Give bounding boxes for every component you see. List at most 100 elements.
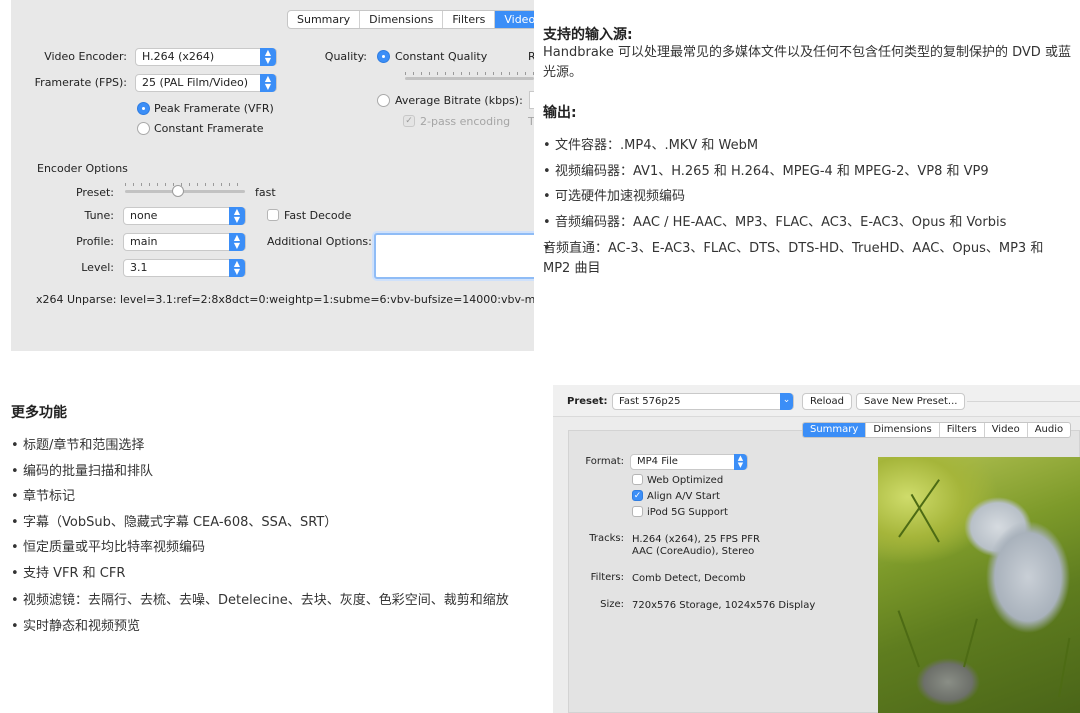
input-section-title: 支持的输入源: — [543, 27, 633, 43]
align-av-label: Align A/V Start — [647, 491, 720, 502]
constant-framerate-label: Constant Framerate — [154, 122, 264, 135]
list-item: 恒定质量或平均比特率视频编码 — [11, 539, 541, 557]
encoder-options-heading: Encoder Options — [37, 162, 128, 175]
tab-summary[interactable]: Summary — [288, 11, 361, 28]
list-item: 编码的批量扫描和排队 — [11, 463, 541, 481]
reload-button[interactable]: Reload — [802, 393, 853, 410]
list-item: 文件容器：.MP4、.MKV 和 WebM — [543, 137, 1073, 155]
level-label: Level: — [81, 261, 114, 274]
list-item: 音频编码器：AAC / HE-AAC、MP3、FLAC、AC3、E-AC3、Op… — [543, 214, 1073, 232]
list-item: 视频滤镜：去隔行、去梳、去噪、Detelecine、去块、灰度、色彩空间、裁剪和… — [11, 591, 541, 611]
tab-video[interactable]: Video — [495, 11, 534, 28]
tab-video[interactable]: Video — [985, 423, 1028, 437]
video-encoder-popup[interactable]: H.264 (x264) ▲ ▼ — [135, 48, 277, 66]
format-value: MP4 File — [637, 456, 678, 467]
preset-label: Preset: — [567, 396, 608, 407]
framerate-popup[interactable]: 25 (PAL Film/Video) ▲ ▼ — [135, 74, 277, 92]
tab-dimensions[interactable]: Dimensions — [360, 11, 444, 28]
constant-framerate-radio[interactable] — [137, 122, 150, 135]
list-item: 章节标记 — [11, 488, 541, 506]
chevron-updown-icon: ▲ ▼ — [229, 207, 245, 225]
list-item: 音频直通：AC-3、E-AC3、FLAC、DTS、DTS-HD、TrueHD、A… — [543, 239, 1073, 279]
tracks-label: Tracks: — [589, 533, 624, 544]
chevron-updown-icon: ▲ ▼ — [229, 259, 245, 277]
output-section-title: 输出: — [543, 105, 577, 121]
tab-audio[interactable]: Audio — [1028, 423, 1070, 437]
average-bitrate-radio[interactable] — [377, 94, 390, 107]
output-list: 文件容器：.MP4、.MKV 和 WebM 视频编码器：AV1、H.265 和 … — [543, 137, 1073, 287]
summary-panel: Preset: Fast 576p25 ⌄ Reload Save New Pr… — [553, 385, 1080, 713]
chevron-updown-icon: ▲ ▼ — [734, 454, 747, 470]
framerate-value: 25 (PAL Film/Video) — [142, 76, 249, 89]
chevron-updown-icon: ▲ ▼ — [229, 233, 245, 251]
fast-decode-label: Fast Decode — [284, 209, 352, 222]
save-new-preset-button[interactable]: Save New Preset... — [856, 393, 966, 410]
x264-unparse-text: x264 Unparse: level=3.1:ref=2:8x8dct=0:w… — [36, 293, 534, 306]
two-pass-checkbox[interactable]: ✓ — [403, 115, 415, 127]
level-value: 3.1 — [130, 261, 148, 274]
size-value: 720x576 Storage, 1024x576 Display — [632, 600, 816, 611]
average-bitrate-label: Average Bitrate (kbps): — [395, 94, 523, 107]
tune-popup[interactable]: none ▲ ▼ — [123, 207, 246, 225]
fast-decode-checkbox[interactable] — [267, 209, 279, 221]
tab-filters[interactable]: Filters — [443, 11, 496, 28]
format-popup[interactable]: MP4 File ▲ ▼ — [630, 454, 748, 470]
video-preview-image — [878, 457, 1080, 713]
align-av-checkbox[interactable]: ✓ — [632, 490, 643, 501]
quality-slider-ticks — [405, 72, 534, 75]
list-item: 标题/章节和范围选择 — [11, 437, 541, 455]
peak-framerate-radio[interactable] — [137, 102, 150, 115]
preset-toolbar: Preset: Fast 576p25 ⌄ Reload Save New Pr… — [553, 385, 1080, 417]
video-settings-panel: Summary Dimensions Filters Video Video E… — [11, 0, 534, 351]
profile-popup[interactable]: main ▲ ▼ — [123, 233, 246, 251]
framerate-label: Framerate (FPS): — [34, 76, 127, 89]
video-encoder-value: H.264 (x264) — [142, 50, 215, 63]
peak-framerate-label: Peak Framerate (VFR) — [154, 102, 274, 115]
list-item: 可选硬件加速视频编码 — [543, 188, 1073, 206]
filters-value: Comb Detect, Decomb — [632, 573, 746, 584]
tab-bar: Summary Dimensions Filters Video — [287, 10, 534, 29]
profile-label: Profile: — [76, 235, 114, 248]
web-optimized-label: Web Optimized — [647, 475, 724, 486]
tab-summary[interactable]: Summary — [803, 423, 867, 437]
grass-shape — [1058, 637, 1071, 698]
preset-value: Fast 576p25 — [619, 396, 681, 407]
tab-filters[interactable]: Filters — [940, 423, 985, 437]
preset-slider[interactable] — [125, 190, 245, 193]
size-label: Size: — [600, 599, 624, 610]
features-list: 标题/章节和范围选择 编码的批量扫描和排队 章节标记 字幕（VobSub、隐藏式… — [11, 437, 541, 644]
features-section-title: 更多功能 — [11, 405, 67, 421]
filters-label: Filters: — [590, 572, 624, 583]
additional-options-label: Additional Options: — [267, 235, 372, 248]
tune-value: none — [130, 209, 158, 222]
constant-quality-label: Constant Quality — [395, 50, 488, 63]
list-item: 视频编码器：AV1、H.265 和 H.264、MPEG-4 和 MPEG-2、… — [543, 163, 1073, 181]
bitrate-input[interactable] — [529, 91, 534, 109]
list-item: 支持 VFR 和 CFR — [11, 565, 541, 583]
tracks-line-2: AAC (CoreAudio), Stereo — [632, 546, 755, 557]
web-optimized-checkbox[interactable] — [632, 474, 643, 485]
level-popup[interactable]: 3.1 ▲ ▼ — [123, 259, 246, 277]
format-label: Format: — [585, 456, 624, 467]
chevron-down-icon: ⌄ — [780, 393, 793, 410]
preset-slider-knob[interactable] — [172, 185, 184, 197]
preset-value: fast — [255, 186, 276, 199]
list-item: 字幕（VobSub、隐藏式字幕 CEA-608、SSA、SRT） — [11, 514, 541, 532]
grass-shape — [963, 618, 978, 668]
tab-dimensions[interactable]: Dimensions — [866, 423, 940, 437]
constant-quality-radio[interactable] — [377, 50, 390, 63]
toolbar-divider — [967, 401, 1080, 402]
ipod-checkbox[interactable] — [632, 506, 643, 517]
two-pass-label: 2-pass encoding — [420, 115, 511, 128]
grass-shape — [897, 610, 920, 668]
quality-slider[interactable] — [405, 77, 534, 80]
ipod-label: iPod 5G Support — [647, 507, 728, 518]
preset-label: Preset: — [75, 186, 114, 199]
preset-slider-ticks — [125, 183, 245, 186]
quality-label: Quality: — [324, 50, 367, 63]
additional-options-input[interactable] — [374, 233, 534, 279]
preset-popup[interactable]: Fast 576p25 ⌄ — [612, 393, 794, 410]
input-section-body: Handbrake 可以处理最常见的多媒体文件以及任何不包含任何类型的复制保护的… — [543, 45, 1071, 80]
tab-bar: Summary Dimensions Filters Video Audio — [802, 422, 1072, 438]
chevron-updown-icon: ▲ ▼ — [260, 48, 276, 66]
